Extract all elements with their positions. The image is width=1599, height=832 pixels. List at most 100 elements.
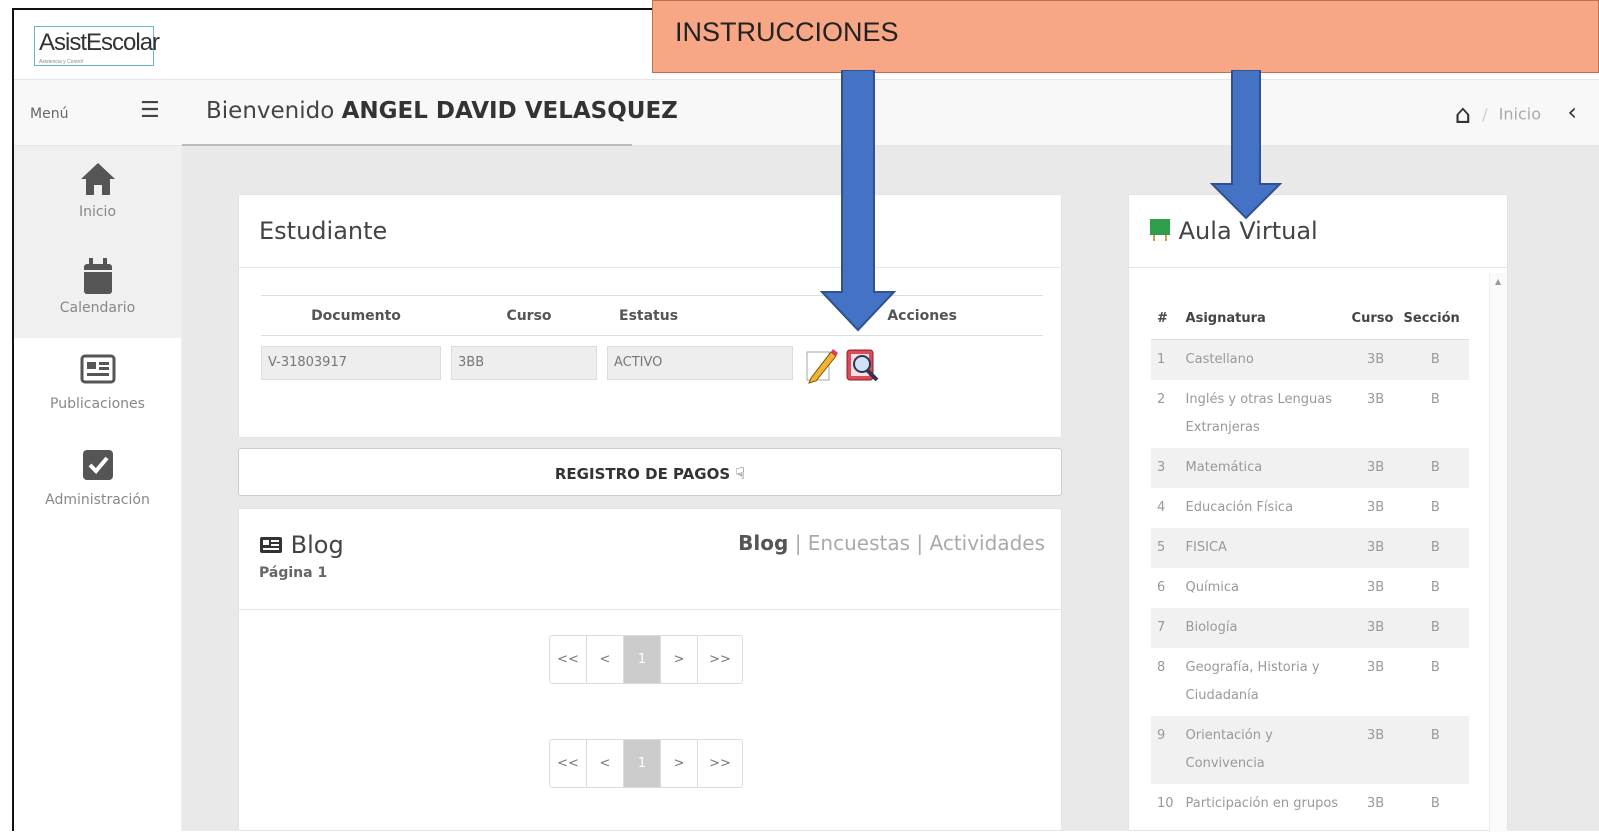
pager-first[interactable]: << <box>550 740 587 787</box>
subject-section: B <box>1401 339 1469 380</box>
pagination-top: << < 1 > >> <box>549 635 743 684</box>
aula-virtual-card: Aula Virtual # Asignatura Curso Sección … <box>1128 194 1508 832</box>
subject-course: 3B <box>1366 659 1385 675</box>
header: Menú ☰ Bienvenido ANGEL DAVID VELASQUEZ … <box>14 80 1599 148</box>
column-header: Estatus <box>607 295 803 336</box>
table-row[interactable]: 3 Matemática 3B B <box>1151 447 1469 488</box>
table-row[interactable]: 5 FISICA 3B B <box>1151 527 1469 568</box>
blog-page-label: Página 1 <box>259 565 328 581</box>
tab-separator: | <box>794 531 808 555</box>
subject-name: Química <box>1185 579 1240 595</box>
subject-section: B <box>1430 659 1440 675</box>
page: AsistEscolar Asistencia y Control Menú ☰… <box>0 0 1599 832</box>
pager-last[interactable]: >> <box>698 636 742 683</box>
column-header: Documento <box>261 295 451 336</box>
table-row[interactable]: 10 Participación en grupos 3B B <box>1151 784 1469 824</box>
sidebar-item-administracion[interactable]: Administración <box>14 434 181 530</box>
row-number: 10 <box>1157 795 1174 811</box>
logo[interactable]: AsistEscolar Asistencia y Control <box>34 26 160 66</box>
subject-name: Matemática <box>1179 447 1350 488</box>
table-row[interactable]: 8 Geografía, Historia y Ciudadanía 3B B <box>1151 648 1469 716</box>
row-number: 2 <box>1157 391 1166 407</box>
tab-blog[interactable]: Blog <box>738 531 788 555</box>
row-number: 8 <box>1157 659 1166 675</box>
table-row[interactable]: 6 Química 3B B <box>1151 568 1469 608</box>
aula-table: # Asignatura Curso Sección 1 Castellano 3B… <box>1151 299 1469 824</box>
arrow-down-icon <box>819 70 897 332</box>
subject-section: B <box>1401 447 1469 488</box>
menu-label: Menú <box>30 106 69 122</box>
divider <box>239 267 1061 268</box>
hamburger-menu-icon[interactable]: ☰ <box>140 98 160 123</box>
frame-border-left <box>12 8 14 831</box>
estatus-field[interactable]: ACTIVO <box>607 346 793 380</box>
subject-name: Castellano <box>1179 339 1350 380</box>
pager-prev[interactable]: < <box>587 636 624 683</box>
tab-actividades[interactable]: Actividades <box>930 531 1046 555</box>
edit-pencil-icon[interactable] <box>803 346 839 384</box>
subject-name: Orientación y Convivencia <box>1179 715 1350 784</box>
arrow-down-icon <box>1210 70 1282 220</box>
frame-border-top <box>12 8 652 10</box>
sidebar-item-publicaciones[interactable]: Publicaciones <box>14 338 181 434</box>
subject-course: 3B <box>1366 795 1385 811</box>
sidebar-item-label: Publicaciones <box>50 396 145 412</box>
subject-section: B <box>1401 527 1469 568</box>
calendar-icon <box>14 256 181 298</box>
newspaper-icon <box>260 537 282 553</box>
table-row[interactable]: 9 Orientación y Convivencia 3B B <box>1151 715 1469 784</box>
sidebar-item-calendario[interactable]: Calendario <box>14 242 181 338</box>
row-number: 1 <box>1151 339 1180 380</box>
pager-first[interactable]: << <box>550 636 587 683</box>
sidebar: Inicio Calendario Publicaciones Administ… <box>14 146 182 831</box>
table-row[interactable]: 1 Castellano 3B B <box>1151 339 1469 380</box>
sidebar-item-label: Inicio <box>78 204 117 220</box>
subject-section: B <box>1430 499 1440 515</box>
collapse-chevron-icon[interactable]: ‹ <box>1567 98 1577 126</box>
documento-field[interactable]: V-31803917 <box>261 346 441 380</box>
tab-separator: | <box>916 531 930 555</box>
scroll-up-icon[interactable]: ▲ <box>1495 277 1501 286</box>
column-header: # <box>1151 299 1180 340</box>
pager-prev[interactable]: < <box>587 740 624 787</box>
view-magnifier-icon[interactable] <box>845 346 881 384</box>
column-header: Curso <box>1349 299 1402 340</box>
subject-course: 3B <box>1349 527 1402 568</box>
actions <box>803 342 1043 384</box>
breadcrumb-inicio[interactable]: Inicio <box>1499 105 1541 124</box>
pager-current[interactable]: 1 <box>624 636 661 683</box>
row-number: 5 <box>1151 527 1180 568</box>
breadcrumb-separator: / <box>1482 104 1488 124</box>
blog-tabs: Blog | Encuestas | Actividades <box>738 531 1045 555</box>
student-table: Documento Curso Estatus Acciones V-31803… <box>261 295 1043 384</box>
tab-encuestas[interactable]: Encuestas <box>808 531 910 555</box>
pointing-hand-icon: ☟ <box>735 464 746 483</box>
pager-next[interactable]: > <box>661 636 698 683</box>
chalkboard-icon <box>1150 219 1170 241</box>
table-row[interactable]: 2 Inglés y otras Lenguas Extranjeras 3B B <box>1151 380 1469 448</box>
divider <box>239 609 1061 610</box>
pager-next[interactable]: > <box>661 740 698 787</box>
welcome-message: Bienvenido ANGEL DAVID VELASQUEZ <box>206 98 678 124</box>
subject-name: FISICA <box>1179 527 1350 568</box>
subject-course: 3B <box>1349 447 1402 488</box>
subject-course: 3B <box>1366 499 1385 515</box>
table-row[interactable]: 7 Biología 3B B <box>1151 607 1469 648</box>
row-number: 3 <box>1151 447 1180 488</box>
sidebar-item-inicio[interactable]: Inicio <box>14 146 181 242</box>
checkbox-icon <box>14 448 181 490</box>
aula-title: Aula Virtual <box>1149 217 1318 245</box>
pager-current[interactable]: 1 <box>624 740 661 787</box>
table-row[interactable]: 4 Educación Física 3B B <box>1151 488 1469 528</box>
blog-title: Blog <box>259 531 344 559</box>
home-icon[interactable]: ⌂ <box>1455 100 1472 130</box>
subject-course: 3B <box>1349 607 1402 648</box>
pager-last[interactable]: >> <box>698 740 742 787</box>
scrollbar[interactable]: ▲ <box>1489 273 1507 832</box>
row-number: 4 <box>1157 499 1166 515</box>
curso-field[interactable]: 3BB <box>451 346 597 380</box>
sidebar-item-label: Administración <box>45 492 150 508</box>
subject-name: Inglés y otras Lenguas Extranjeras <box>1185 391 1332 435</box>
registro-pagos-button[interactable]: REGISTRO DE PAGOS ☟ <box>238 448 1062 496</box>
subject-section: B <box>1430 795 1440 811</box>
